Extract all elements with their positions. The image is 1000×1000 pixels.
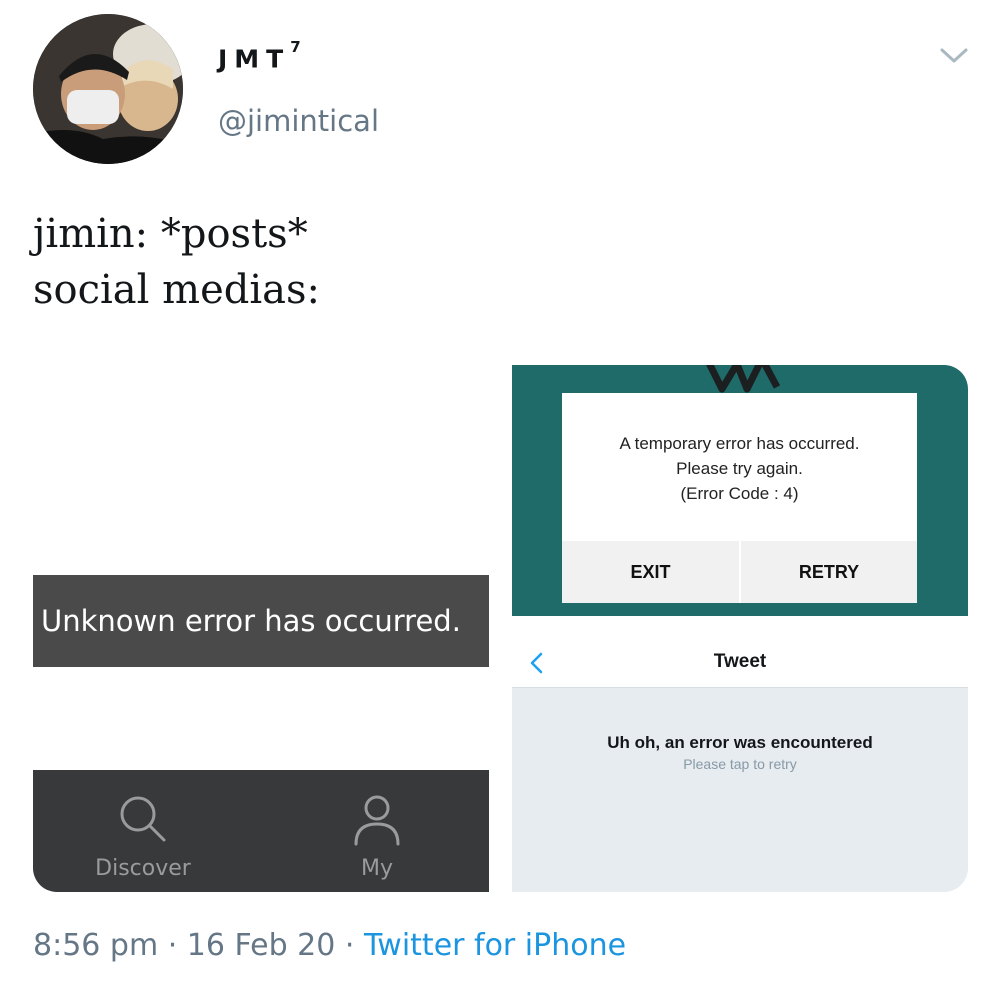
dialog-message-line: A temporary error has occurred.: [619, 434, 860, 453]
tweet-header: Tweet: [512, 638, 968, 688]
media-image-unknown-error[interactable]: Unknown error has occurred. Discover My: [33, 365, 489, 892]
avatar-photo: [33, 14, 183, 164]
nav-item-discover[interactable]: Discover: [43, 770, 243, 892]
dialog-message-line: (Error Code : 4): [680, 484, 799, 503]
bottom-nav: Discover My: [33, 770, 489, 892]
dialog-actions: EXIT RETRY: [562, 541, 917, 603]
display-name-suffix: 7: [290, 38, 301, 56]
retry-button[interactable]: RETRY: [739, 541, 917, 603]
tweet-line-2: social medias:: [33, 267, 321, 313]
error-toast: Unknown error has occurred.: [33, 575, 489, 667]
tweet-source-link[interactable]: Twitter for iPhone: [364, 928, 626, 963]
error-dialog: A temporary error has occurred. Please t…: [562, 393, 917, 603]
dialog-message: A temporary error has occurred. Please t…: [562, 431, 917, 506]
nav-label-my: My: [360, 856, 393, 881]
author-display-name[interactable]: JMT7: [218, 38, 301, 74]
error-toast-text: Unknown error has occurred.: [41, 604, 461, 638]
chevron-down-icon[interactable]: [934, 40, 974, 70]
nav-label-discover: Discover: [95, 856, 191, 881]
tweet-metadata: 8:56 pm · 16 Feb 20 · Twitter for iPhone: [33, 928, 626, 963]
media-image-twitter-error[interactable]: Tweet Uh oh, an error was encountered Pl…: [512, 638, 968, 892]
error-message: Uh oh, an error was encountered: [607, 733, 873, 752]
meta-separator: ·: [158, 928, 187, 963]
dialog-message-line: Please try again.: [676, 459, 803, 478]
author-handle[interactable]: @jimintical: [218, 104, 379, 138]
user-icon: [354, 795, 400, 846]
nav-item-my[interactable]: My: [277, 770, 477, 892]
retry-area[interactable]: Uh oh, an error was encountered Please t…: [512, 733, 968, 772]
tweet-header-title: Tweet: [713, 651, 767, 672]
tweet-time[interactable]: 8:56 pm: [33, 928, 158, 963]
meta-separator: ·: [335, 928, 364, 963]
avatar[interactable]: [33, 14, 183, 164]
search-icon: [120, 796, 166, 842]
display-name-text: JMT: [218, 44, 291, 74]
media-grid: Unknown error has occurred. Discover My: [33, 365, 968, 892]
retry-hint: Please tap to retry: [683, 756, 797, 772]
exit-button[interactable]: EXIT: [562, 541, 739, 603]
media-image-temporary-error[interactable]: A temporary error has occurred. Please t…: [512, 365, 968, 616]
tweet-text: jimin: *posts* social medias:: [33, 206, 320, 318]
tweet-line-1: jimin: *posts*: [33, 211, 308, 257]
tweet-date[interactable]: 16 Feb 20: [187, 928, 336, 963]
